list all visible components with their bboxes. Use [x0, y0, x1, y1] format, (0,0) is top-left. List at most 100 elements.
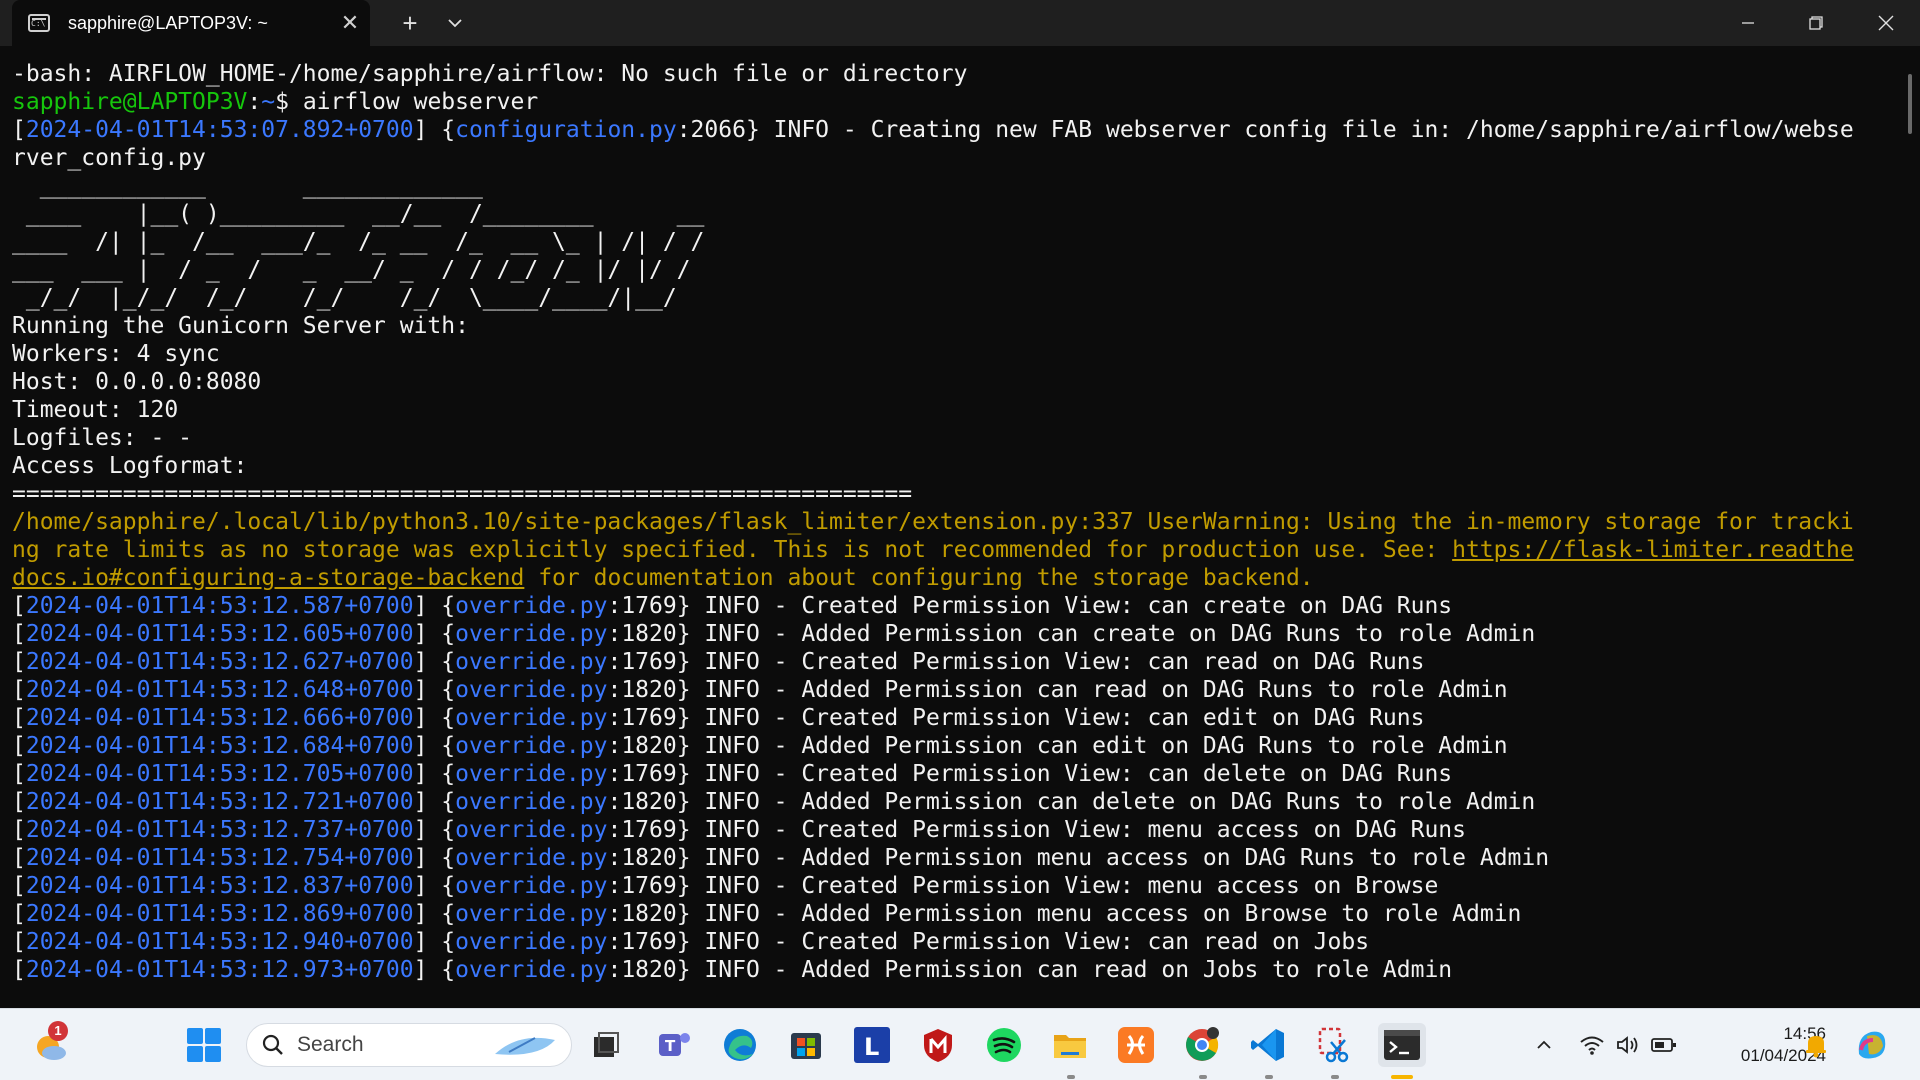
- terminal-line: ___ ___ | / _ / _ __/ _ / / /_/ /_ |/ |/…: [12, 256, 1902, 284]
- terminal-line: [2024-04-01T14:53:12.587+0700] {override…: [12, 592, 1902, 620]
- terminal-segment: Running the Gunicorn Server with:: [12, 313, 469, 339]
- terminal-output[interactable]: -bash: AIRFLOW_HOME-/home/sapphire/airfl…: [0, 46, 1920, 1008]
- mcafee-icon[interactable]: [916, 1023, 960, 1067]
- terminal-segment: 2024-04-01T14:53:12.705+0700: [25, 761, 414, 787]
- terminal-line: [2024-04-01T14:53:12.973+0700] {override…: [12, 956, 1902, 984]
- chevron-down-icon[interactable]: [440, 8, 470, 38]
- terminal-segment: override.py: [455, 733, 608, 759]
- store-icon[interactable]: [784, 1023, 828, 1067]
- terminal-segment: ng rate limits as no storage was explici…: [12, 537, 1453, 563]
- copilot-icon[interactable]: [1850, 1023, 1894, 1067]
- terminal-segment: [: [12, 817, 26, 843]
- spotify-icon[interactable]: [982, 1023, 1026, 1067]
- terminal-link[interactable]: docs.io#configuring-a-storage-backend: [12, 565, 524, 591]
- snipping-tool-icon[interactable]: [1312, 1023, 1356, 1067]
- volume-icon[interactable]: [1608, 1023, 1648, 1067]
- terminal-segment: override.py: [455, 929, 608, 955]
- terminal-segment: :1769} INFO - Created Permission View: m…: [607, 817, 1466, 843]
- start-icon[interactable]: [182, 1023, 226, 1067]
- terminal-segment: ] {: [413, 117, 456, 143]
- scrollbar[interactable]: [1908, 74, 1912, 134]
- terminal-segment: override.py: [455, 593, 608, 619]
- terminal-segment: [: [12, 733, 26, 759]
- l-app-icon[interactable]: L: [850, 1023, 894, 1067]
- terminal-line: /home/sapphire/.local/lib/python3.10/sit…: [12, 508, 1902, 536]
- minimize-icon: [1742, 22, 1754, 24]
- terminal-segment: 2024-04-01T14:53:12.754+0700: [25, 845, 414, 871]
- task-view-icon[interactable]: [584, 1023, 628, 1067]
- terminal-line: -bash: AIRFLOW_HOME-/home/sapphire/airfl…: [12, 60, 1902, 88]
- terminal-line: ____ |__( )_________ __/__ /________ __: [12, 200, 1902, 228]
- terminal-segment: [: [12, 593, 26, 619]
- wifi-icon[interactable]: [1572, 1023, 1612, 1067]
- terminal-segment: ___ ___ | / _ / _ __/ _ / / /_/ /_ |/ |/…: [12, 257, 691, 283]
- xampp-icon[interactable]: [1114, 1023, 1158, 1067]
- terminal-tab-icon: [28, 14, 50, 32]
- active-indicator: [1391, 1075, 1413, 1079]
- terminal-segment: ____________ _____________: [12, 173, 483, 199]
- terminal-line: [2024-04-01T14:53:12.737+0700] {override…: [12, 816, 1902, 844]
- terminal-line: Running the Gunicorn Server with:: [12, 312, 1902, 340]
- terminal-segment: ] {: [413, 649, 456, 675]
- terminal-segment: override.py: [455, 845, 608, 871]
- edge-icon[interactable]: [718, 1023, 762, 1067]
- terminal-segment: override.py: [455, 957, 608, 983]
- terminal-line: [2024-04-01T14:53:12.648+0700] {override…: [12, 676, 1902, 704]
- restore-button[interactable]: [1782, 0, 1850, 46]
- battery-icon[interactable]: [1644, 1023, 1684, 1067]
- terminal-tab[interactable]: sapphire@LAPTOP3V: ~ ✕: [12, 0, 370, 46]
- terminal-text: -bash: AIRFLOW_HOME-/home/sapphire/airfl…: [12, 60, 1902, 984]
- vscode-icon[interactable]: [1246, 1023, 1290, 1067]
- terminal-icon[interactable]: [1378, 1023, 1426, 1067]
- l-app-letter: L: [864, 1033, 879, 1061]
- terminal-segment: [: [12, 957, 26, 983]
- terminal-segment: -bash: AIRFLOW_HOME-/home/sapphire/airfl…: [12, 61, 968, 87]
- terminal-segment: [: [12, 117, 26, 143]
- terminal-segment: [: [12, 845, 26, 871]
- terminal-segment: ] {: [413, 957, 456, 983]
- terminal-segment: [: [12, 789, 26, 815]
- terminal-line: Timeout: 120: [12, 396, 1902, 424]
- running-indicator: [1067, 1075, 1075, 1079]
- terminal-segment: [: [12, 649, 26, 675]
- search-input[interactable]: Search: [246, 1023, 572, 1067]
- terminal-segment: ] {: [413, 705, 456, 731]
- terminal-segment: 2024-04-01T14:53:12.684+0700: [25, 733, 414, 759]
- new-tab-button[interactable]: +: [393, 6, 427, 40]
- terminal-segment: :1820} INFO - Added Permission can read …: [607, 957, 1453, 983]
- terminal-segment: 2024-04-01T14:53:12.648+0700: [25, 677, 414, 703]
- teams-icon[interactable]: T: [652, 1023, 696, 1067]
- terminal-line: [2024-04-01T14:53:12.869+0700] {override…: [12, 900, 1902, 928]
- running-indicator: [1265, 1075, 1273, 1079]
- terminal-line: Workers: 4 sync: [12, 340, 1902, 368]
- terminal-line: [2024-04-01T14:53:12.837+0700] {override…: [12, 872, 1902, 900]
- terminal-segment: [: [12, 761, 26, 787]
- terminal-segment: [: [12, 705, 26, 731]
- terminal-segment: 2024-04-01T14:53:07.892+0700: [25, 117, 414, 143]
- terminal-segment: Access Logformat:: [12, 453, 248, 479]
- terminal-segment: 2024-04-01T14:53:12.869+0700: [25, 901, 414, 927]
- terminal-segment: for documentation about configuring the …: [524, 565, 1314, 591]
- terminal-segment: 2024-04-01T14:53:12.973+0700: [25, 957, 414, 983]
- terminal-line: _/_/ |_/_/ /_/ /_/ /_/ \____/____/|__/: [12, 284, 1902, 312]
- minimize-button[interactable]: [1714, 0, 1782, 46]
- file-explorer-icon[interactable]: [1048, 1023, 1092, 1067]
- terminal-segment: override.py: [455, 761, 608, 787]
- terminal-segment: :1769} INFO - Created Permission View: c…: [607, 593, 1453, 619]
- terminal-segment: [: [12, 677, 26, 703]
- chevron-up-icon[interactable]: [1522, 1023, 1566, 1067]
- search-icon: [262, 1034, 283, 1055]
- terminal-link[interactable]: https://flask-limiter.readthe: [1452, 537, 1854, 563]
- close-window-button[interactable]: [1852, 0, 1920, 46]
- chrome-icon[interactable]: [1180, 1023, 1224, 1067]
- terminal-line: sapphire@LAPTOP3V:~$ airflow webserver: [12, 88, 1902, 116]
- terminal-line: ng rate limits as no storage was explici…: [12, 536, 1902, 564]
- bell-icon[interactable]: [1796, 1023, 1836, 1067]
- terminal-line: [2024-04-01T14:53:12.627+0700] {override…: [12, 648, 1902, 676]
- running-indicator: [1199, 1075, 1207, 1079]
- terminal-segment: override.py: [455, 789, 608, 815]
- terminal-segment: :1769} INFO - Created Permission View: c…: [607, 649, 1425, 675]
- terminal-line: docs.io#configuring-a-storage-backend fo…: [12, 564, 1902, 592]
- close-tab-icon[interactable]: ✕: [330, 10, 370, 36]
- terminal-segment: 2024-04-01T14:53:12.627+0700: [25, 649, 414, 675]
